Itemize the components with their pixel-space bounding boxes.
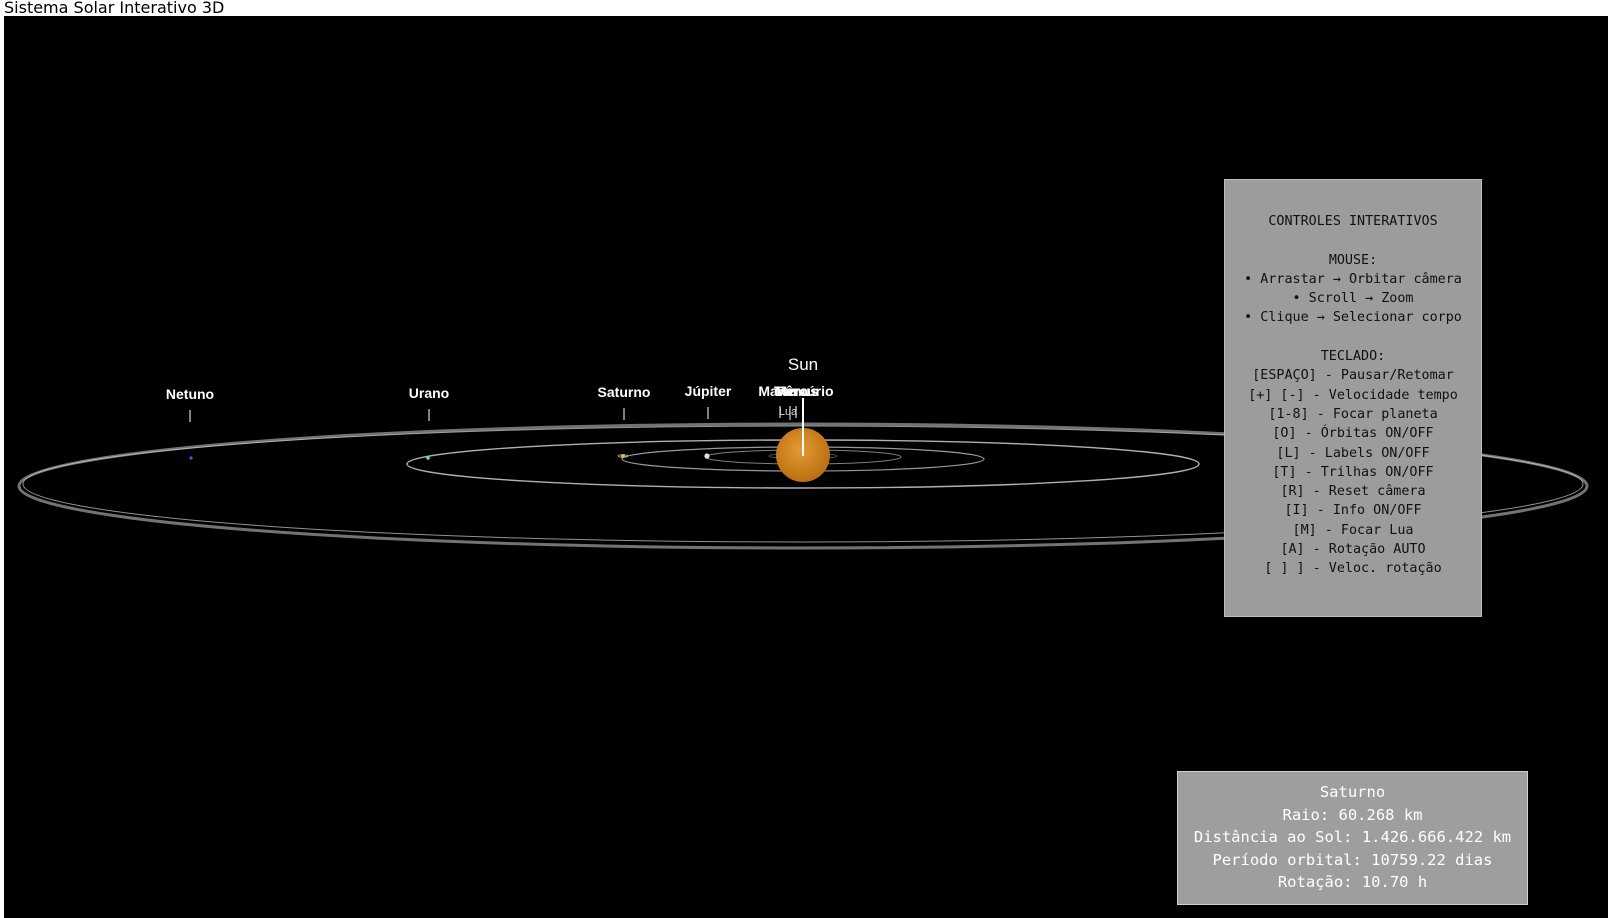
tick-saturno	[623, 408, 625, 420]
keyboard-header: TECLADO:	[1320, 349, 1386, 365]
tick-terra	[789, 406, 791, 420]
label-mercurio[interactable]: Mercúrio	[774, 383, 833, 399]
info-radius: Raio: 60.268 km	[1282, 805, 1423, 824]
window-title: Sistema Solar Interativo 3D	[0, 0, 1608, 16]
keyboard-item: [A] - Rotação AUTO	[1280, 542, 1426, 558]
keyboard-item: [ ] ] - Veloc. rotação	[1264, 561, 1442, 577]
mouse-item: • Arrastar → Orbitar câmera	[1244, 271, 1462, 287]
keyboard-item: [M] - Focar Lua	[1292, 522, 1414, 538]
3d-viewport[interactable]: Netuno Urano Saturno Júpiter Marte Terra…	[4, 16, 1608, 918]
label-saturno[interactable]: Saturno	[598, 384, 651, 400]
planet-urano	[426, 456, 430, 460]
keyboard-item: [R] - Reset câmera	[1280, 484, 1426, 500]
info-rotation: Rotação: 10.70 h	[1277, 873, 1428, 892]
info-distance: Distância ao Sol: 1.426.666.422 km	[1193, 828, 1512, 847]
label-netuno[interactable]: Netuno	[166, 386, 214, 402]
keyboard-item: [1-8] - Focar planeta	[1268, 406, 1438, 422]
keyboard-item: [L] - Labels ON/OFF	[1276, 445, 1430, 461]
mouse-item: • Clique → Selecionar corpo	[1244, 310, 1462, 326]
label-sun[interactable]: Sun	[788, 355, 818, 375]
label-lua[interactable]: Lua	[779, 406, 797, 418]
tick-venus	[795, 406, 797, 418]
tick-jupiter	[707, 407, 709, 419]
label-urano[interactable]: Urano	[409, 385, 449, 401]
tick-netuno	[189, 410, 191, 422]
info-period: Período orbital: 10759.22 dias	[1212, 850, 1493, 869]
keyboard-item: [ESPAÇO] - Pausar/Retomar	[1252, 368, 1454, 384]
info-panel: Saturno Raio: 60.268 km Distância ao Sol…	[1177, 771, 1528, 905]
planet-netuno	[189, 456, 193, 460]
sun-pointer	[802, 398, 804, 456]
tick-urano	[428, 409, 430, 421]
mouse-header: MOUSE:	[1328, 252, 1378, 268]
controls-title: CONTROLES INTERATIVOS	[1268, 214, 1438, 229]
controls-panel: CONTROLES INTERATIVOS MOUSE: • Arrastar …	[1224, 179, 1482, 617]
planet-jupiter	[704, 453, 710, 459]
mouse-item: • Scroll → Zoom	[1292, 291, 1414, 307]
label-jupiter[interactable]: Júpiter	[685, 383, 732, 399]
info-body-name: Saturno	[1319, 783, 1386, 801]
keyboard-item: [T] - Trilhas ON/OFF	[1272, 464, 1434, 480]
tick-marte	[779, 406, 781, 418]
keyboard-item: [I] - Info ON/OFF	[1284, 503, 1422, 519]
keyboard-item: [+] [-] - Velocidade tempo	[1248, 387, 1458, 403]
keyboard-item: [O] - Órbitas ON/OFF	[1272, 426, 1434, 442]
